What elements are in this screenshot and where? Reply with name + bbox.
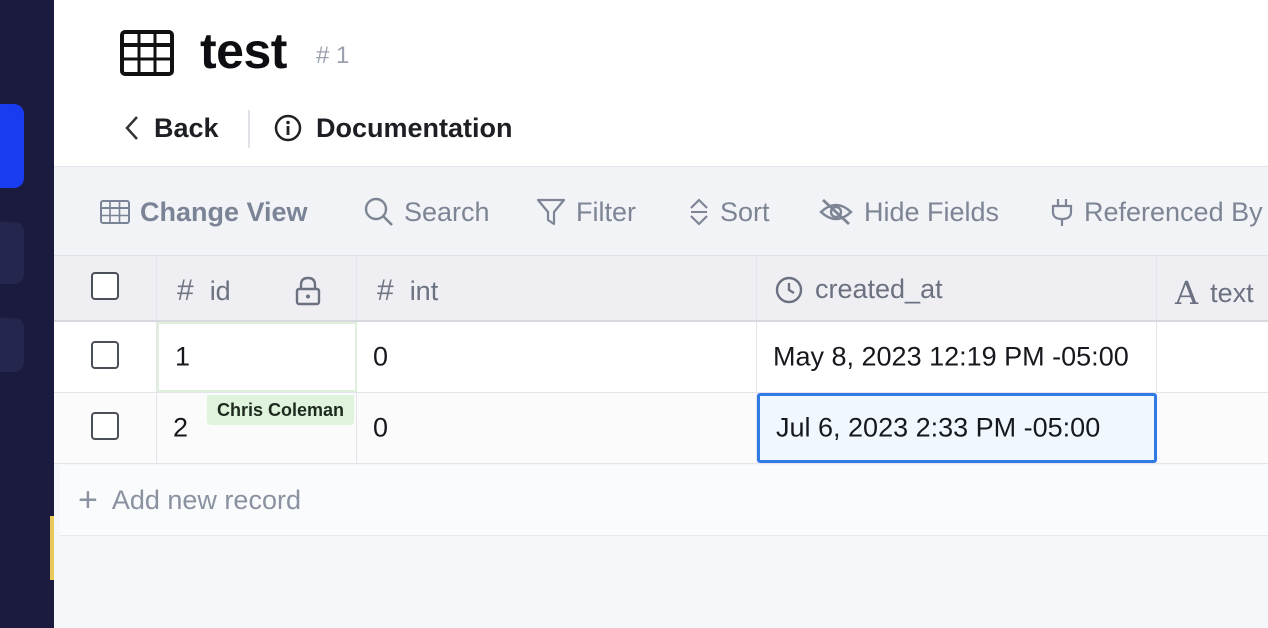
clock-icon: [775, 276, 803, 303]
chevron-left-icon: [125, 116, 138, 140]
header-divider: [248, 110, 250, 148]
cell-int[interactable]: 0: [357, 393, 757, 463]
cell-value: May 8, 2023 12:19 PM -05:00: [773, 341, 1129, 372]
sidebar-item-active[interactable]: [0, 104, 24, 188]
column-header-row: # id # int created_at A text: [54, 256, 1268, 322]
referenced-by-button[interactable]: Referenced By: [1050, 195, 1263, 229]
column-header-id[interactable]: # id: [157, 256, 357, 320]
column-label: created_at: [815, 274, 943, 304]
sort-button[interactable]: Sort: [688, 195, 770, 229]
collaborator-tag: Chris Coleman: [207, 395, 355, 425]
column-label: id: [209, 275, 231, 306]
table-icon: [120, 30, 174, 81]
table-id: # 1: [316, 42, 350, 69]
grid-view-icon: [100, 200, 130, 224]
search-icon: [364, 197, 393, 226]
column-label: text: [1210, 277, 1254, 308]
documentation-label: Documentation: [316, 112, 513, 143]
sort-icon: [690, 198, 708, 226]
change-view-label: Change View: [140, 196, 308, 227]
row-checkbox[interactable]: [91, 341, 119, 369]
app-sidebar: [0, 0, 54, 628]
hash-icon: #: [377, 274, 394, 307]
select-all-checkbox[interactable]: [91, 272, 119, 300]
column-header-created-at[interactable]: created_at: [757, 256, 1157, 320]
cell-value: 1: [175, 341, 191, 372]
text-type-icon: A: [1175, 274, 1199, 312]
page-header: test # 1 Back Documentation: [54, 0, 1268, 167]
hide-fields-label: Hide Fields: [864, 196, 1000, 227]
cell-id[interactable]: 1: [157, 322, 357, 392]
select-all-cell: [54, 256, 157, 320]
column-header-text[interactable]: A text: [1157, 256, 1268, 320]
cell-created-at[interactable]: May 8, 2023 12:19 PM -05:00: [757, 322, 1157, 392]
search-button[interactable]: Search: [364, 195, 490, 229]
sort-label: Sort: [720, 196, 770, 227]
sidebar-item[interactable]: [0, 222, 24, 284]
plus-icon: +: [78, 480, 98, 519]
cell-text[interactable]: [1157, 393, 1268, 463]
documentation-button[interactable]: Documentation: [274, 110, 513, 146]
cell-value: 0: [373, 341, 389, 372]
back-label: Back: [154, 112, 219, 143]
lock-icon: [295, 276, 321, 311]
hide-fields-button[interactable]: Hide Fields: [818, 195, 999, 229]
row-checkbox[interactable]: [91, 412, 119, 440]
hash-icon: #: [177, 274, 194, 307]
plug-icon: [1051, 199, 1073, 226]
sidebar-item[interactable]: [0, 318, 24, 372]
referenced-by-label: Referenced By: [1084, 196, 1263, 227]
cell-text[interactable]: [1157, 322, 1268, 392]
back-button[interactable]: Back: [124, 110, 219, 146]
cell-value: 2: [173, 412, 189, 443]
column-label: int: [409, 275, 439, 306]
column-header-int[interactable]: # int: [357, 256, 757, 320]
cell-value: Jul 6, 2023 2:33 PM -05:00: [776, 412, 1101, 443]
table-toolbar: Change View Search Filter Sort Hide Fiel…: [54, 167, 1268, 256]
eye-off-icon: [819, 198, 853, 226]
cell-created-at-selected[interactable]: Jul 6, 2023 2:33 PM -05:00: [757, 393, 1157, 463]
page-title: test: [200, 23, 287, 79]
add-record-button[interactable]: + Add new record: [60, 465, 1268, 536]
add-record-label: Add new record: [111, 484, 301, 515]
filter-label: Filter: [576, 196, 636, 227]
filter-icon: [536, 198, 566, 226]
table-row[interactable]: 1 0 May 8, 2023 12:19 PM -05:00: [54, 322, 1268, 393]
row-select-cell: [54, 393, 157, 463]
cell-int[interactable]: 0: [357, 322, 757, 392]
row-select-cell: [54, 322, 157, 392]
change-view-button[interactable]: Change View: [100, 195, 308, 229]
info-icon: [274, 114, 302, 142]
search-label: Search: [404, 196, 490, 227]
sidebar-accent: [50, 516, 54, 580]
filter-button[interactable]: Filter: [536, 195, 636, 229]
cell-value: 0: [373, 412, 389, 443]
